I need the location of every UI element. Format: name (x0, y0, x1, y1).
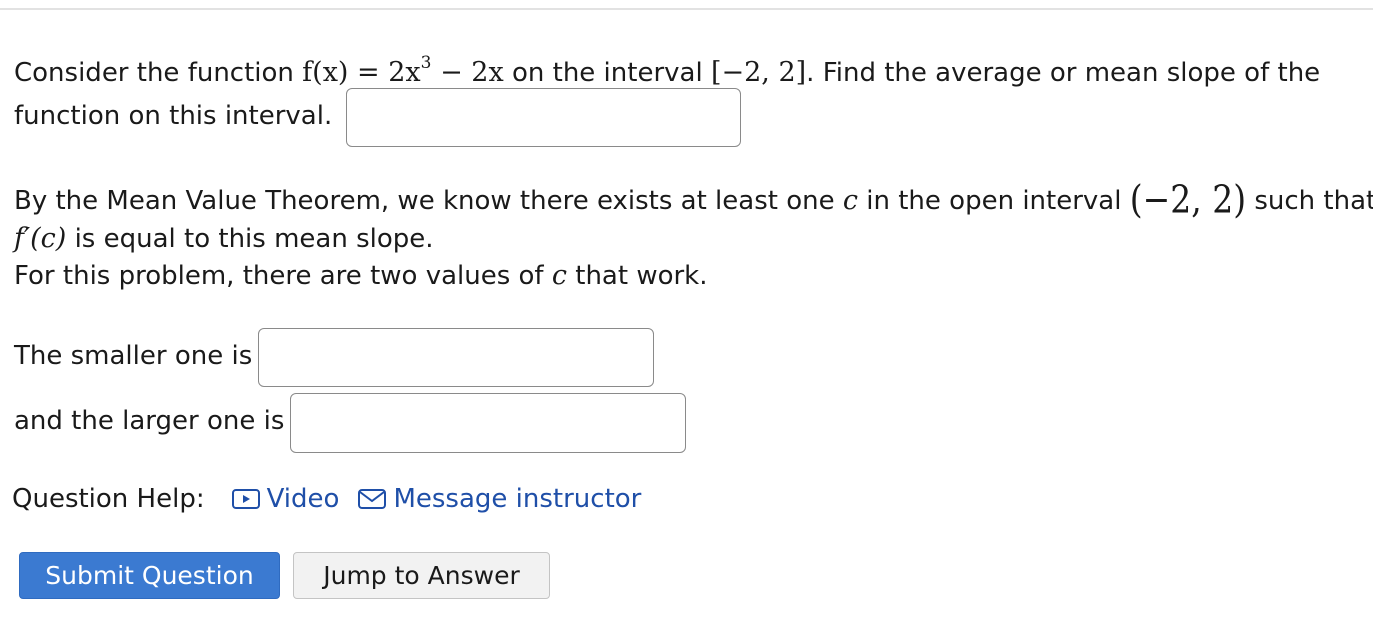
submit-question-button[interactable]: Submit Question (19, 552, 280, 599)
message-instructor-label: Message instructor (393, 484, 642, 514)
mvt-text: For this problem, there are two values o… (14, 261, 544, 291)
function-lhs: f(x) = 2x (302, 57, 421, 88)
question-text: . Find the average or mean slope of the (806, 58, 1321, 88)
mvt-line-2: f′(c) is equal to this mean slope. (14, 223, 434, 255)
question-text: on the interval (511, 58, 703, 88)
larger-label: and the larger one is (14, 406, 285, 436)
function-expression: f(x) = 2x3 − 2x (302, 53, 504, 88)
question-text: Consider the function (14, 58, 294, 88)
closed-interval: [−2, 2] (710, 57, 807, 88)
variable-c: c (551, 260, 567, 291)
question-line-2: function on this interval. (14, 101, 333, 131)
open-interval: (−2, 2) (1129, 177, 1247, 222)
derivative-expression: f′(c) (14, 223, 67, 254)
envelope-icon (358, 489, 387, 509)
mvt-line-3: For this problem, there are two values o… (14, 260, 708, 292)
mvt-text: is equal to this mean slope. (74, 224, 434, 254)
mvt-text: such that (1254, 186, 1373, 216)
top-divider (0, 8, 1373, 10)
larger-c-input[interactable] (290, 393, 686, 453)
smaller-label: The smaller one is (14, 341, 253, 371)
mvt-text: that work. (575, 261, 708, 291)
mvt-text: By the Mean Value Theorem, we know there… (14, 186, 835, 216)
variable-c: c (842, 185, 858, 216)
mvt-line-1: By the Mean Value Theorem, we know there… (14, 177, 1373, 222)
jump-to-answer-button[interactable]: Jump to Answer (293, 552, 550, 599)
question-line-1: Consider the function f(x) = 2x3 − 2x on… (14, 47, 1320, 89)
mean-slope-input[interactable] (346, 88, 741, 147)
message-instructor-link[interactable]: Message instructor (357, 484, 641, 514)
smaller-c-input[interactable] (258, 328, 654, 387)
function-rhs: − 2x (440, 57, 504, 88)
video-link-label: Video (266, 484, 340, 514)
function-exponent: 3 (420, 53, 432, 73)
video-link[interactable]: Video (231, 484, 340, 514)
mvt-text: in the open interval (866, 186, 1122, 216)
video-icon (231, 489, 260, 509)
question-help: Question Help: Video Message instructor (12, 481, 641, 517)
question-help-label: Question Help: (12, 484, 205, 514)
